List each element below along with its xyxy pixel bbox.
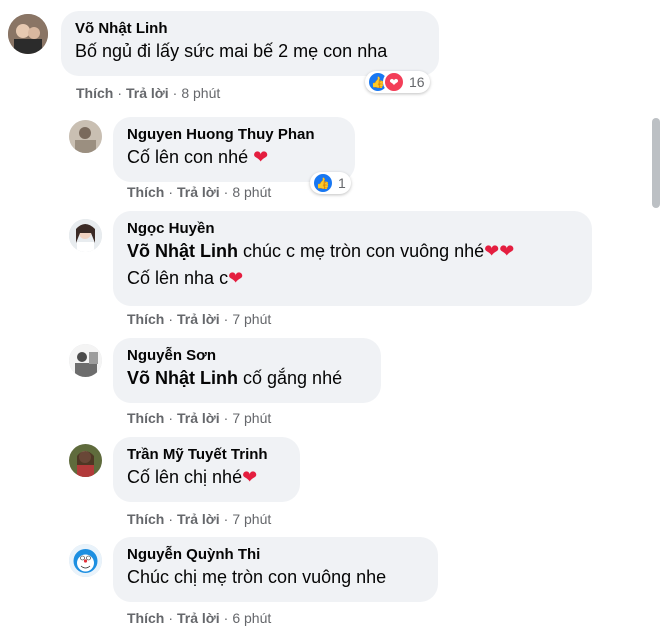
separator: ·: [117, 85, 123, 101]
separator: ·: [168, 610, 174, 626]
avatar[interactable]: [69, 120, 102, 153]
comment-time[interactable]: 8 phút: [181, 85, 220, 101]
comment-author[interactable]: Nguyễn Quỳnh Thi: [127, 545, 424, 564]
comment-bubble: Nguyễn Sơn Võ Nhật Linh cố gắng nhé: [113, 338, 381, 403]
heart-emoji: ❤: [228, 268, 244, 288]
comment-time[interactable]: 7 phút: [232, 511, 271, 527]
love-reaction-icon: ❤: [383, 71, 405, 93]
comment-text: Võ Nhật Linh chúc c mẹ tròn con vuông nh…: [127, 241, 515, 261]
comment-time[interactable]: 6 phút: [232, 610, 271, 626]
comment-actions: Thích · Trả lời · 7 phút: [127, 311, 271, 327]
avatar[interactable]: [69, 219, 102, 252]
avatar[interactable]: [8, 14, 48, 54]
reaction-count: 1: [338, 175, 346, 191]
separator: ·: [168, 410, 174, 426]
comment-bubble: Trần Mỹ Tuyết Trinh Cố lên chị nhé❤: [113, 437, 300, 502]
avatar[interactable]: [69, 544, 102, 577]
comment-actions: Thích · Trả lời · 7 phút: [127, 511, 271, 527]
comment-author[interactable]: Nguyễn Sơn: [127, 346, 367, 365]
like-button[interactable]: Thích: [127, 184, 164, 200]
comment-bubble: Ngọc Huyền Võ Nhật Linh chúc c mẹ tròn c…: [113, 211, 592, 306]
like-button[interactable]: Thích: [127, 610, 164, 626]
comment-actions: Thích · Trả lời · 7 phút: [127, 410, 271, 426]
comment-time[interactable]: 7 phút: [232, 311, 271, 327]
reply-button[interactable]: Trả lời: [177, 610, 220, 626]
reaction-summary[interactable]: 👍 ❤ 16: [365, 71, 430, 93]
separator: ·: [223, 410, 229, 426]
mention-link[interactable]: Võ Nhật Linh: [127, 368, 238, 388]
comment-actions: Thích · Trả lời · 6 phút: [127, 610, 271, 626]
reaction-count: 16: [409, 74, 425, 90]
like-reaction-icon: 👍: [312, 172, 334, 194]
comment-author[interactable]: Trần Mỹ Tuyết Trinh: [127, 445, 286, 464]
comment-time[interactable]: 7 phút: [232, 410, 271, 426]
comment-text: Cố lên nha c❤: [127, 268, 244, 288]
like-button[interactable]: Thích: [127, 511, 164, 527]
heart-emoji: ❤❤: [484, 241, 515, 261]
reply-button[interactable]: Trả lời: [126, 85, 169, 101]
comment-author[interactable]: Nguyen Huong Thuy Phan: [127, 125, 341, 144]
separator: ·: [223, 511, 229, 527]
like-button[interactable]: Thích: [127, 311, 164, 327]
mention-link[interactable]: Võ Nhật Linh: [127, 241, 238, 261]
comment-text: Bố ngủ đi lấy sức mai bế 2 mẹ con nha: [75, 41, 388, 61]
separator: ·: [223, 184, 229, 200]
comment-author[interactable]: Võ Nhật Linh: [75, 19, 425, 38]
comment-text: Võ Nhật Linh cố gắng nhé: [127, 368, 343, 388]
comment-bubble: Nguyễn Quỳnh Thi Chúc chị mẹ tròn con vu…: [113, 537, 438, 602]
comment-actions: Thích · Trả lời · 8 phút: [76, 85, 220, 101]
reply-button[interactable]: Trả lời: [177, 311, 220, 327]
avatar[interactable]: [69, 444, 102, 477]
separator: ·: [168, 184, 174, 200]
reply-button[interactable]: Trả lời: [177, 184, 220, 200]
heart-emoji: ❤: [242, 467, 258, 487]
comment-bubble: Võ Nhật Linh Bố ngủ đi lấy sức mai bế 2 …: [61, 11, 439, 76]
heart-emoji: ❤: [253, 147, 269, 167]
separator: ·: [223, 311, 229, 327]
separator: ·: [168, 511, 174, 527]
scrollbar[interactable]: [652, 118, 660, 208]
like-button[interactable]: Thích: [127, 410, 164, 426]
reply-button[interactable]: Trả lời: [177, 511, 220, 527]
comment-text: Chúc chị mẹ tròn con vuông nhe: [127, 567, 387, 587]
comment-text: Cố lên chị nhé❤: [127, 467, 258, 487]
comment-time[interactable]: 8 phút: [232, 184, 271, 200]
comment-author[interactable]: Ngọc Huyền: [127, 219, 578, 238]
comment-text: Cố lên con nhé ❤: [127, 147, 269, 167]
separator: ·: [168, 311, 174, 327]
comment-actions: Thích · Trả lời · 8 phút: [127, 184, 271, 200]
avatar[interactable]: [69, 344, 102, 377]
like-button[interactable]: Thích: [76, 85, 113, 101]
separator: ·: [172, 85, 178, 101]
reply-button[interactable]: Trả lời: [177, 410, 220, 426]
separator: ·: [223, 610, 229, 626]
reaction-summary[interactable]: 👍 1: [310, 172, 351, 194]
